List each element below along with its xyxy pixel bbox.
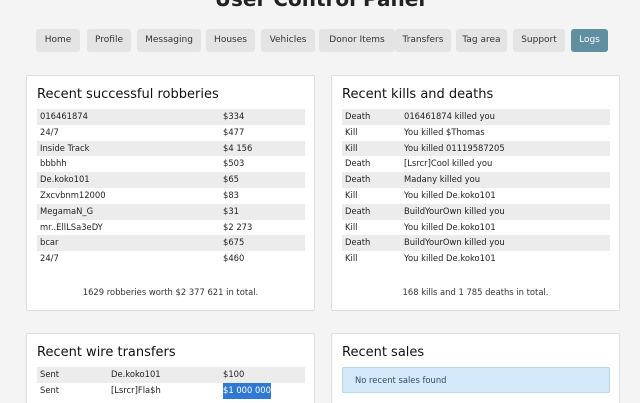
nav-home[interactable]: Home [36,29,80,52]
robberies-panel: Recent successful robberies 016461874 $33… [26,75,315,311]
kill-desc: You killed De.koko101 [404,189,496,200]
table-row: MegamaN_G $31 [37,203,305,220]
table-row: Kill You killed De.koko101 [342,188,610,204]
transfer-player: [Lsrcr]Fla$h [111,384,161,395]
kill-desc: You killed $Thomas [404,126,485,137]
table-row: Kill You killed De.koko101 [342,251,610,267]
robbery-place: 24/7 [40,126,59,137]
kill-desc: BuildYourOwn killed you [404,237,505,248]
kill-type: Kill [345,221,358,232]
kills-panel: Recent kills and deaths Death 016461874 k… [331,75,620,311]
robbery-amount: $4 156 [223,142,253,153]
kill-desc: You killed De.koko101 [404,221,496,232]
transfer-amount: $100 [223,369,245,379]
table-row: Inside Track $4 156 [37,140,305,157]
kill-type: Death [345,111,371,121]
kill-type: Death [345,174,371,185]
kill-desc: You killed De.koko101 [404,253,496,264]
transfers-panel: Recent wire transfers Sent De.koko101 $100… [26,333,315,403]
no-sales-alert: No recent sales found [342,367,610,393]
nav-donor-items[interactable]: Donor Items [319,29,395,52]
table-row: 24/7 $460 [37,251,305,267]
robbery-place: Inside Track [40,142,90,153]
table-row: mr..EllLSa3eDY $2 273 [37,220,305,236]
transfers-title: Recent wire transfers [37,345,176,360]
table-row: Death [Lsrcr]Cool killed you [342,156,610,172]
table-row: Death Madany killed you [342,172,610,188]
kill-desc: Madany killed you [404,174,481,185]
kill-desc: 016461874 killed you [404,111,495,121]
sales-title: Recent sales [342,345,425,360]
robbery-amount: $460 [223,253,245,264]
table-row: Kill You killed De.koko101 [342,220,610,236]
page-title: User Control Panel [0,0,640,10]
robbery-place: 24/7 [40,253,59,264]
table-row: Zxcvbnm12000 $83 [37,188,305,204]
robbery-place: 016461874 [40,111,88,121]
table-row: Sent [Lsrcr]Fla$h $1 000 000 [37,382,305,399]
table-row: Death 016461874 killed you [342,109,610,125]
nav-support[interactable]: Support [513,29,565,52]
kills-summary: 168 kills and 1 785 deaths in total. [402,287,549,297]
robbery-place: MegamaN_G [40,205,94,216]
kill-type: Kill [345,126,358,137]
kills-title: Recent kills and deaths [342,87,494,102]
table-row: bbbhh $503 [37,156,305,172]
robbery-amount: $675 [223,237,245,248]
transfer-player: De.koko101 [111,369,161,379]
robbery-place: bcar [40,237,59,248]
table-row: 24/7 $477 [37,125,305,141]
table-row: De.koko101 $65 [37,172,305,188]
kill-desc: You killed 01119587205 [404,142,505,153]
table-row: Kill You killed $Thomas [342,125,610,141]
kill-type: Kill [345,189,358,200]
kills-table: Death 016461874 killed you Kill You killed… [342,109,610,267]
robbery-amount: $2 273 [223,221,253,232]
kill-type: Kill [345,253,358,264]
table-row: 016461874 $334 [37,109,305,125]
sales-panel: Recent sales No recent sales found [331,333,620,403]
kill-desc: [Lsrcr]Cool killed you [404,158,493,169]
kill-type: Death [345,158,371,169]
robberies-title: Recent successful robberies [37,87,219,102]
robbery-amount: $31 [223,205,239,216]
robbery-amount: $334 [223,111,245,121]
transfer-amount-selected[interactable]: $1 000 000 [223,382,271,399]
kill-desc: BuildYourOwn killed you [404,205,505,216]
table-row: bcar $675 [37,235,305,252]
kill-type: Death [345,205,371,216]
nav-transfers[interactable]: Transfers [395,29,451,52]
robbery-place: bbbhh [40,158,67,169]
robberies-summary: 1629 robberies worth $2 377 621 in total… [82,287,259,297]
transfer-direction: Sent [40,369,60,379]
transfers-table: Sent De.koko101 $100 Sent [Lsrcr]Fla$h $1 00… [37,367,305,399]
table-row: Death BuildYourOwn killed you [342,203,610,220]
nav-messaging[interactable]: Messaging [137,29,201,52]
robbery-amount: $477 [223,126,245,137]
robbery-place: mr..EllLSa3eDY [40,221,103,232]
nav-bar: Home Profile Messaging Houses Vehicles D… [36,29,616,52]
nav-profile[interactable]: Profile [87,29,131,52]
table-row: Death BuildYourOwn killed you [342,235,610,252]
table-row: Sent De.koko101 $100 [37,367,305,383]
table-row: Kill You killed 01119587205 [342,140,610,157]
nav-houses[interactable]: Houses [206,29,255,52]
nav-vehicles[interactable]: Vehicles [261,29,315,52]
robberies-table: 016461874 $334 24/7 $477 Inside Track $4 15… [37,109,305,267]
robbery-place: Zxcvbnm12000 [40,189,106,200]
robbery-amount: $503 [223,158,245,169]
robbery-amount: $83 [223,189,239,200]
kill-type: Death [345,237,371,248]
transfer-direction: Sent [40,384,60,395]
kill-type: Kill [345,142,358,153]
nav-logs[interactable]: Logs [571,29,608,52]
robbery-place: De.koko101 [40,174,90,185]
nav-tag-area[interactable]: Tag area [456,29,507,52]
robbery-amount: $65 [223,174,239,185]
